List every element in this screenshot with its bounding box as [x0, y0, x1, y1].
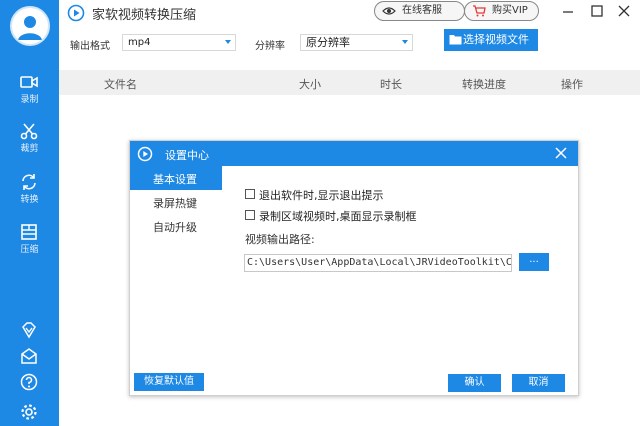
sidebar-item-label: 裁剪 [20, 144, 39, 154]
settings-menu-auto-update[interactable]: 自动升级 [130, 214, 222, 238]
folder-icon [449, 35, 462, 45]
app-title: 家软视频转换压缩 [92, 8, 197, 23]
choose-video-file-label: 选择视频文件 [463, 33, 529, 46]
settings-menu-basic[interactable]: 基本设置 [130, 166, 222, 190]
column-header-progress: 转换进度 [462, 78, 506, 91]
minimize-icon[interactable] [560, 3, 576, 19]
sidebar-item-record[interactable]: 录制 [0, 72, 59, 118]
settings-menu-label: 基本设置 [153, 173, 197, 186]
column-header-actions: 操作 [561, 78, 583, 91]
chevron-down-icon [402, 40, 408, 44]
title-bar: 家软视频转换压缩 在线客服 购买VIP [59, 0, 640, 27]
output-path-label: 视频输出路径: [245, 233, 315, 246]
sidebar: 录制 裁剪 转换 压缩 [0, 0, 59, 426]
cart-icon [473, 5, 486, 17]
sidebar-item-label: 压缩 [20, 245, 39, 255]
maximize-icon[interactable] [589, 3, 605, 19]
buy-vip-button[interactable]: 购买VIP [464, 1, 539, 21]
settings-icon[interactable] [19, 402, 39, 422]
user-avatar-icon [18, 16, 42, 40]
browse-path-button[interactable]: ... [519, 253, 549, 271]
settings-dialog-header: 设置中心 [130, 141, 578, 166]
scissors-icon [20, 123, 38, 140]
output-format-label: 输出格式 [70, 41, 110, 52]
vip-diamond-icon[interactable] [19, 320, 39, 340]
column-header-duration: 时长 [380, 78, 402, 91]
settings-menu-label: 自动升级 [153, 221, 197, 234]
sidebar-item-compress[interactable]: 压缩 [0, 222, 59, 268]
output-format-value: mp4 [128, 37, 151, 48]
resolution-value: 原分辨率 [306, 36, 350, 49]
chevron-down-icon [225, 40, 231, 44]
column-header-filename: 文件名 [104, 78, 137, 91]
video-camera-icon [20, 76, 38, 88]
output-format-select[interactable]: mp4 [122, 34, 236, 51]
app-window: 录制 裁剪 转换 压缩 家软视频转换压缩 在线客服 购买VIP 输出格式 mp4… [0, 0, 640, 426]
app-logo-icon [67, 4, 85, 22]
resolution-select[interactable]: 原分辨率 [300, 34, 413, 51]
output-path-field[interactable]: C:\Users\User\AppData\Local\JRVideoToolk… [244, 254, 512, 272]
ok-button[interactable]: 确认 [448, 374, 501, 392]
file-table-header: 文件名 大小 时长 转换进度 操作 [59, 70, 640, 95]
show-record-frame-checkbox[interactable] [245, 210, 255, 220]
app-logo-icon [137, 146, 153, 162]
sidebar-item-label: 录制 [20, 95, 39, 105]
avatar[interactable] [10, 6, 50, 46]
choose-video-file-button[interactable]: 选择视频文件 [444, 29, 538, 51]
column-header-size: 大小 [299, 78, 321, 91]
sidebar-item-crop[interactable]: 裁剪 [0, 121, 59, 167]
buy-vip-label: 购买VIP [492, 5, 528, 16]
settings-menu-hotkeys[interactable]: 录屏热键 [130, 190, 222, 214]
close-icon[interactable] [616, 3, 632, 19]
settings-menu-label: 录屏热键 [153, 197, 197, 210]
close-icon[interactable] [554, 146, 568, 160]
online-service-label: 在线客服 [402, 5, 442, 16]
cancel-button[interactable]: 取消 [512, 374, 565, 392]
mail-icon[interactable] [19, 346, 39, 366]
convert-icon [22, 174, 36, 190]
sidebar-item-label: 转换 [20, 195, 39, 205]
exit-prompt-checkbox[interactable] [245, 189, 255, 199]
exit-prompt-label: 退出软件时,显示退出提示 [259, 189, 384, 202]
restore-defaults-button[interactable]: 恢复默认值 [134, 373, 204, 391]
online-service-button[interactable]: 在线客服 [374, 1, 465, 21]
help-icon[interactable] [19, 372, 39, 392]
settings-dialog: 设置中心 基本设置 录屏热键 自动升级 退出软件时,显示退出提示 录制区域视频时… [129, 140, 579, 396]
sidebar-item-convert[interactable]: 转换 [0, 172, 59, 218]
settings-dialog-title: 设置中心 [165, 149, 209, 162]
compress-icon [21, 224, 37, 240]
show-record-frame-label: 录制区域视频时,桌面显示录制框 [259, 210, 417, 223]
eye-icon [382, 7, 396, 15]
resolution-label: 分辨率 [255, 41, 285, 52]
